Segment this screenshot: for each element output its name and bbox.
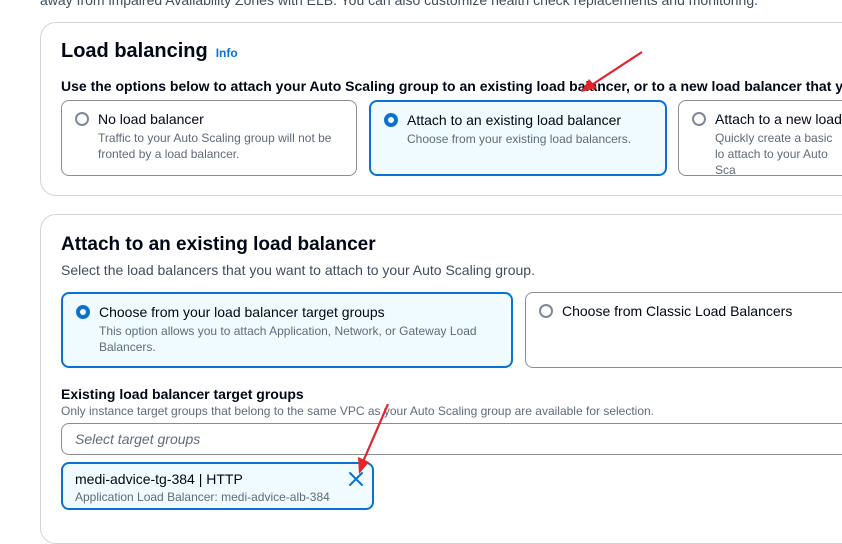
select-target-groups-input[interactable]: Select target groups — [61, 423, 842, 455]
token-title: medi-advice-tg-384 | HTTP — [75, 471, 243, 487]
load-balancing-title: Load balancing — [61, 40, 208, 62]
target-groups-hint: Only instance target groups that belong … — [61, 404, 655, 418]
option-description: Quickly create a basic lo attach to your… — [715, 131, 833, 176]
select-placeholder: Select target groups — [75, 431, 201, 447]
target-groups-label: Existing load balancer target groups — [61, 386, 304, 402]
option-description: Choose from your existing load balancers… — [407, 132, 632, 146]
option-title: Attach to an existing load balancer — [407, 112, 622, 128]
option-attach-new[interactable]: Attach to a new load Quickly create a ba… — [678, 100, 842, 176]
option-title: Attach to a new load — [715, 111, 842, 127]
option-title: No load balancer — [98, 111, 204, 127]
option-target-groups[interactable]: Choose from your load balancer target gr… — [61, 292, 513, 368]
load-balancing-instruction: Use the options below to attach your Aut… — [61, 78, 842, 94]
info-link[interactable]: Info — [216, 46, 238, 60]
option-title: Choose from your load balancer target gr… — [99, 304, 385, 320]
option-description: This option allows you to attach Applica… — [99, 324, 477, 354]
load-balancing-panel: Load balancing Info Use the options below… — [40, 22, 842, 196]
attach-existing-title: Attach to an existing load balancer — [61, 234, 376, 255]
radio-no-load-balancer[interactable] — [75, 112, 89, 126]
option-no-load-balancer[interactable]: No load balancer Traffic to your Auto Sc… — [61, 100, 357, 176]
radio-attach-existing[interactable] — [384, 113, 398, 127]
selected-target-group-token: medi-advice-tg-384 | HTTP Application Lo… — [61, 462, 374, 510]
close-icon[interactable] — [348, 471, 364, 487]
load-balancing-heading: Load balancing Info — [61, 40, 238, 63]
attach-existing-panel: Attach to an existing load balancer Sele… — [40, 214, 842, 544]
option-attach-existing[interactable]: Attach to an existing load balancer Choo… — [369, 100, 667, 176]
radio-target-groups[interactable] — [76, 305, 90, 319]
top-description-fragment: away from impaired Availability Zones wi… — [40, 0, 759, 8]
token-description: Application Load Balancer: medi-advice-a… — [75, 490, 330, 504]
radio-attach-new[interactable] — [692, 112, 706, 126]
option-title: Choose from Classic Load Balancers — [562, 303, 793, 319]
option-classic-load-balancers[interactable]: Choose from Classic Load Balancers — [525, 292, 842, 368]
option-description: Traffic to your Auto Scaling group will … — [98, 131, 332, 161]
radio-classic-load-balancers[interactable] — [539, 304, 553, 318]
attach-existing-subtitle: Select the load balancers that you want … — [61, 262, 535, 278]
